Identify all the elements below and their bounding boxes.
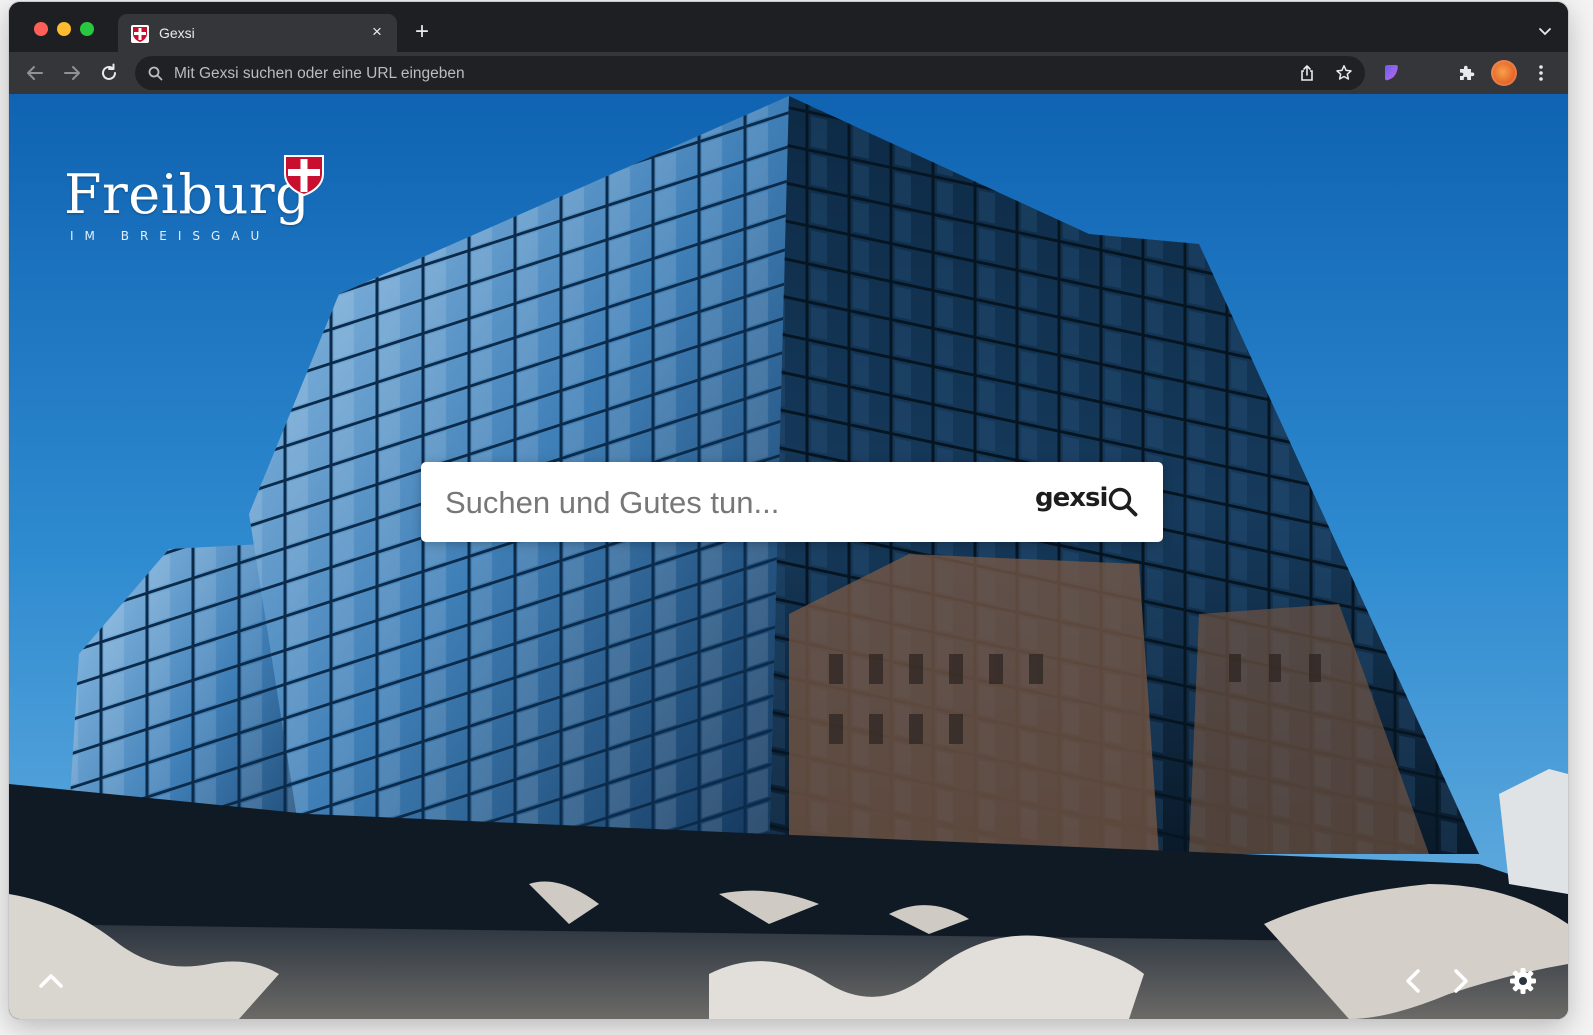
tab-search-chevron-icon[interactable] (1536, 22, 1554, 40)
search-icon[interactable] (1107, 486, 1139, 518)
search-input[interactable] (443, 476, 1017, 530)
share-icon[interactable] (1298, 64, 1316, 82)
puzzle-icon[interactable] (1456, 63, 1476, 83)
next-image-icon[interactable] (1443, 964, 1477, 998)
new-tab-page: Freiburg IM BREISGAU gexsi (9, 94, 1568, 1019)
freiburg-logo: Freiburg IM BREISGAU (64, 149, 344, 259)
minimize-window-button[interactable] (57, 22, 71, 36)
tab-strip: Gexsi × + (9, 2, 1568, 52)
maximize-window-button[interactable] (80, 22, 94, 36)
extension-icon[interactable] (1382, 63, 1402, 83)
browser-window: Gexsi × + Mit Gexsi suchen oder eine URL… (9, 2, 1568, 1019)
address-bar[interactable]: Mit Gexsi suchen oder eine URL eingeben (135, 56, 1365, 90)
logo-wordmark: Freiburg (64, 163, 311, 226)
scroll-up-icon[interactable] (34, 964, 68, 998)
browser-toolbar: Mit Gexsi suchen oder eine URL eingeben (9, 52, 1568, 94)
search-box: gexsi (421, 462, 1163, 542)
forward-icon[interactable] (61, 62, 83, 84)
close-tab-icon[interactable]: × (367, 22, 387, 42)
tab-title: Gexsi (159, 25, 195, 41)
profile-avatar[interactable] (1491, 60, 1517, 86)
freiburg-shield-icon (284, 155, 324, 196)
new-tab-button[interactable]: + (410, 20, 434, 44)
tab-gexsi[interactable]: Gexsi × (118, 14, 397, 52)
address-bar-placeholder: Mit Gexsi suchen oder eine URL eingeben (174, 65, 465, 82)
reload-icon[interactable] (98, 62, 120, 84)
close-window-button[interactable] (34, 22, 48, 36)
search-icon (148, 66, 163, 81)
bookmark-star-icon[interactable] (1335, 64, 1353, 82)
menu-dots-icon[interactable] (1531, 63, 1551, 83)
settings-gear-icon[interactable] (1506, 964, 1540, 998)
freiburg-shield-icon (131, 25, 149, 43)
previous-image-icon[interactable] (1397, 964, 1431, 998)
back-icon[interactable] (24, 62, 46, 84)
logo-subtitle: IM BREISGAU (70, 229, 271, 243)
gexsi-brand: gexsi (1035, 483, 1108, 513)
